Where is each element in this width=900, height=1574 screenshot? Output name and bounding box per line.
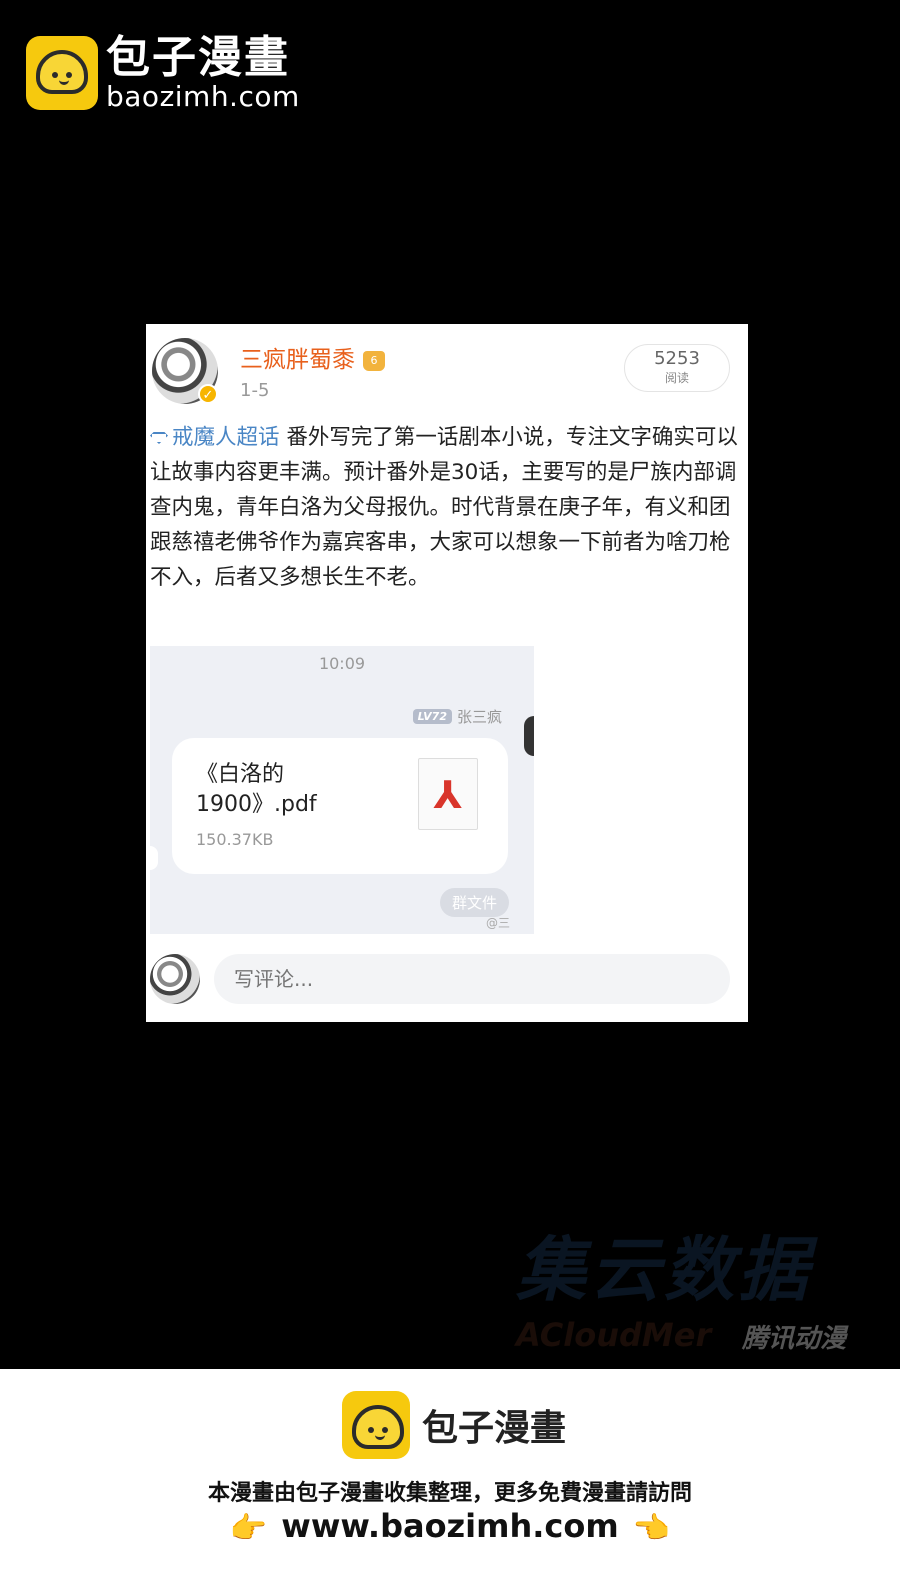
diamond-icon <box>150 432 168 444</box>
pointing-left-icon: 👈 <box>632 1510 671 1546</box>
pdf-icon: ⅄ <box>418 758 478 830</box>
read-count-badge: 5253 阅读 <box>624 344 730 392</box>
banner-url-row[interactable]: 👉 www.baozimh.com 👈 <box>0 1507 900 1546</box>
watermark-title: 包子漫畫 <box>106 32 290 83</box>
bottom-banner: 包子漫畫 本漫畫由包子漫畫收集整理，更多免費漫畫請訪問 👉 www.baozimh… <box>0 1369 900 1574</box>
banner-brand: 包子漫畫 <box>422 1408 567 1449</box>
username[interactable]: 三疯胖蜀黍 <box>240 347 355 373</box>
read-label: 阅读 <box>664 371 689 385</box>
comment-input[interactable] <box>214 954 730 1004</box>
username-row[interactable]: 三疯胖蜀黍 6 <box>240 340 385 374</box>
post-text: 戒魔人超话 番外写完了第一话剧本小说，专注文字确实可以让故事内容更丰满。预计番外… <box>150 420 740 595</box>
verified-icon: ✓ <box>198 384 218 404</box>
file-size: 150.37KB <box>196 830 274 849</box>
sender-name: 张三疯 <box>456 708 502 726</box>
file-message[interactable]: 《白洛的1900》.pdf 150.37KB ⅄ <box>172 738 508 874</box>
comment-avatar <box>150 954 200 1004</box>
chat-screenshot: 10:09 LV72 张三疯 《白洛的1900》.pdf 150.37KB ⅄ … <box>150 646 534 934</box>
faint-watermark: 集云数据 ACloudMer 腾讯动漫 <box>516 1229 847 1354</box>
sender-avatar <box>524 716 534 756</box>
weibo-post-card: ✓ 三疯胖蜀黍 6 1-5 5253 阅读 戒魔人超话 番外写完了第一话剧本小说，… <box>146 324 748 1022</box>
banner-url[interactable]: www.baozimh.com <box>281 1507 618 1545</box>
banner-note: 本漫畫由包子漫畫收集整理，更多免費漫畫請訪問 <box>207 1481 692 1506</box>
topic-link[interactable]: 戒魔人超话 <box>150 425 280 450</box>
weibo-watermark: @三 <box>486 916 511 930</box>
read-count: 5253 <box>654 348 700 369</box>
bun-logo-icon <box>26 36 98 110</box>
top-watermark: 包子漫畫 baozimh.com <box>26 34 300 112</box>
file-name: 《白洛的1900》.pdf <box>196 762 317 817</box>
crown-icon: 6 <box>363 350 385 371</box>
group-files-label: 群文件 <box>440 888 510 917</box>
level-badge: LV72 <box>412 709 452 724</box>
pointing-right-icon: 👉 <box>229 1510 268 1546</box>
watermark-url: baozimh.com <box>106 80 300 113</box>
chat-sender: LV72 张三疯 <box>412 706 502 727</box>
bun-logo-icon <box>342 1391 410 1459</box>
chat-time: 10:09 <box>318 654 366 673</box>
post-date: 1-5 <box>240 380 270 401</box>
